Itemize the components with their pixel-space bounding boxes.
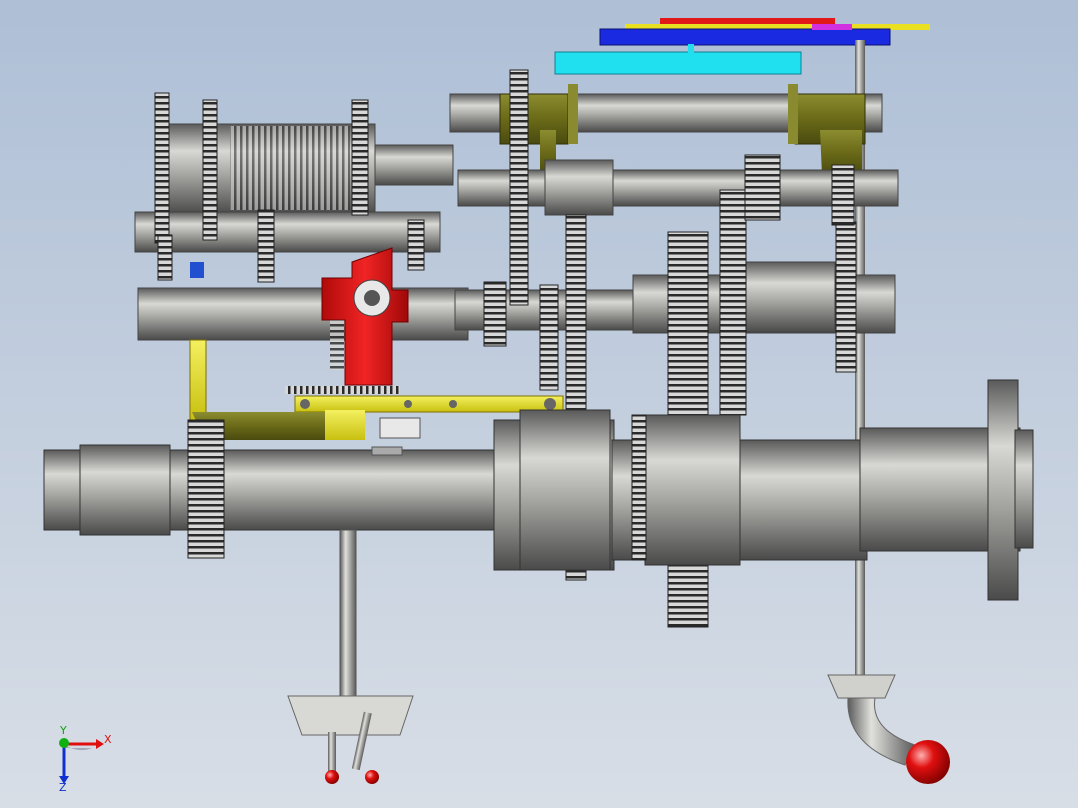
z-axis-label: Z xyxy=(59,781,67,794)
x-axis-label: X xyxy=(104,733,112,746)
coordinate-triad-icon: X Y Z xyxy=(59,724,112,794)
knob-ball[interactable] xyxy=(906,740,950,784)
selector-plates[interactable] xyxy=(554,18,930,75)
knob-ball-small-1[interactable] xyxy=(325,770,339,784)
knob-ball-small-2[interactable] xyxy=(365,770,379,784)
left-shift-lever[interactable] xyxy=(287,529,414,784)
left-spline-cluster[interactable] xyxy=(134,92,454,283)
cad-viewport[interactable]: X Y Z xyxy=(0,0,1078,808)
gearbox-assembly-model[interactable]: X Y Z xyxy=(0,0,1078,808)
y-axis-label: Y xyxy=(59,724,67,737)
shift-fork-red[interactable] xyxy=(321,247,409,386)
